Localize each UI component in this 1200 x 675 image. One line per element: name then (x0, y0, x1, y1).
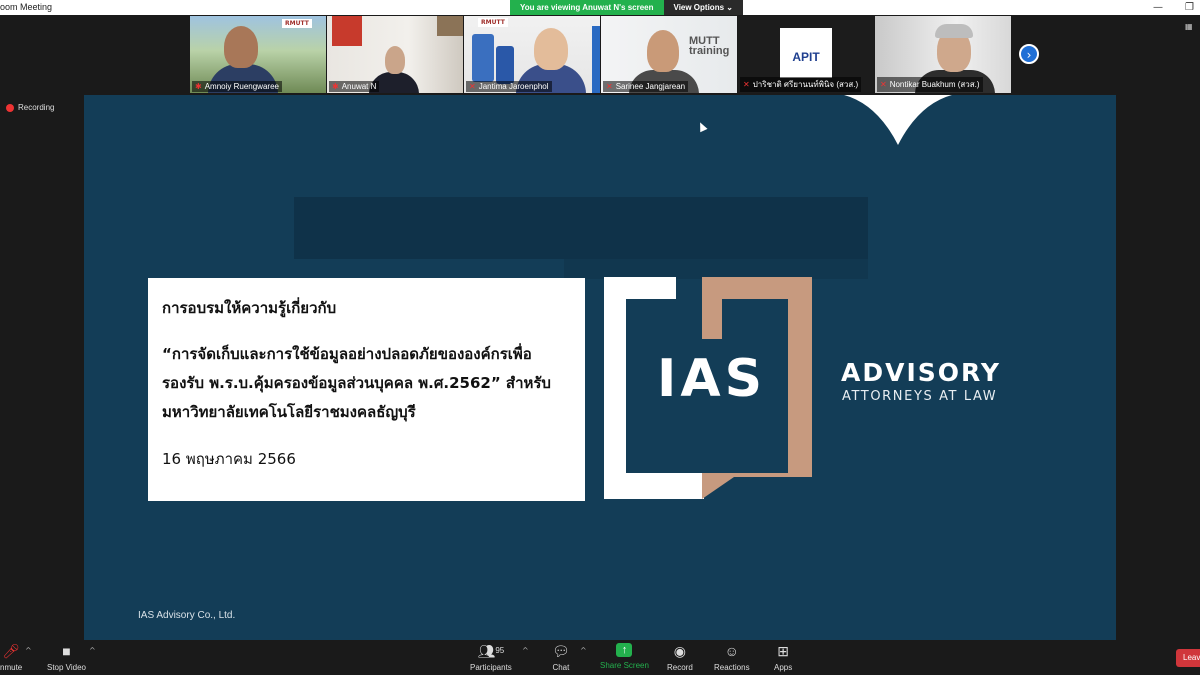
mic-muted-icon: ✕ (606, 82, 613, 91)
recording-indicator[interactable]: Recording (6, 103, 54, 112)
slide-textbox: การอบรมให้ความรู้เกี่ยวกับ “การจัดเก็บแล… (148, 278, 585, 501)
slide-footer: IAS Advisory Co., Ltd. (138, 610, 236, 621)
wall-decoration (332, 16, 362, 46)
participant-tile[interactable]: ✱ Anuwat N (327, 16, 463, 93)
participant-name: ✱ Amnoiy Ruengwaree (192, 81, 282, 92)
restore-icon[interactable]: ❐ (1185, 0, 1194, 15)
record-dot-icon (6, 103, 14, 112)
person-head (647, 30, 679, 72)
chevron-up-icon[interactable]: ^ (25, 646, 32, 655)
recording-label: Recording (18, 103, 55, 112)
slide-body-line: มหาวิทยาลัยเทคโนโลยีราชมงคลธัญบุรี (162, 403, 416, 421)
brand-title: ADVISORY (841, 358, 1001, 387)
participant-tile[interactable]: RMUTT ✱ Amnoiy Ruengwaree (190, 16, 326, 93)
person-head (534, 28, 568, 70)
participant-name: ✕ ปาริชาติ ศรียานนท์พินิจ (สวส.) (740, 77, 862, 92)
side-banner (592, 26, 600, 93)
viewing-message: You are viewing Anuwat N's screen (510, 0, 664, 15)
mic-muted-icon: 🎤︎ (2, 643, 20, 659)
record-button[interactable]: ◉ Record (667, 643, 693, 672)
slide-date: 16 พฤษภาคม 2566 (162, 450, 296, 468)
participant-name: ✱ Anuwat N (329, 81, 380, 92)
ias-logo: IAS (604, 277, 814, 499)
apps-button[interactable]: ⊞ Apps (774, 643, 792, 672)
window-controls: — ❐ (1153, 0, 1194, 15)
decorative-notch (843, 95, 953, 145)
chevron-up-icon[interactable]: ^ (580, 646, 587, 655)
view-options-button[interactable]: View Options ⌄ (663, 0, 743, 15)
chat-button[interactable]: 💬︎ Chat (552, 643, 570, 672)
meeting-toolbar: 🎤︎ nmute ^ ■ Stop Video ^ 👥︎95 Participa… (0, 640, 1200, 675)
view-icon[interactable]: ▦ (1185, 22, 1193, 31)
participant-name: ✕ Nontikar Buakhum (สวส.) (877, 77, 983, 92)
slide-heading: การอบรมให้ความรู้เกี่ยวกับ (162, 299, 337, 317)
apit-logo: APIT (780, 28, 832, 78)
logo-text: IAS (657, 349, 767, 409)
brand-subtitle: ATTORNEYS AT LAW (842, 389, 998, 404)
shared-screen: การอบรมให้ความรู้เกี่ยวกับ “การจัดเก็บแล… (84, 95, 1116, 640)
decorative-block (564, 259, 868, 279)
minimize-icon[interactable]: — (1153, 0, 1163, 15)
participant-name: ✕ Sarinee Jangjarean (603, 81, 689, 92)
reactions-icon: ☺ (724, 643, 739, 659)
person-head (385, 46, 405, 74)
share-screen-icon: ↑ (616, 643, 633, 657)
slide-body-line: “การจัดเก็บและการใช้ข้อมูลอย่างปลอดภัยขอ… (162, 345, 532, 363)
video-strip: RMUTT ✱ Amnoiy Ruengwaree ✱ Anuwat N RMUTT… (190, 16, 1011, 93)
wall-decoration (437, 16, 463, 36)
participant-tile[interactable]: MUTT training ✕ Sarinee Jangjarean (601, 16, 737, 93)
mic-icon: ✱ (332, 82, 339, 91)
reactions-button[interactable]: ☺ Reactions (714, 643, 750, 672)
background-sign: MUTT training (689, 35, 730, 57)
mic-muted-icon: ✕ (880, 80, 887, 89)
unmute-button[interactable]: 🎤︎ nmute (0, 643, 22, 672)
participant-tile[interactable]: APIT ✕ ปาริชาติ ศรียานนท์พินิจ (สวส.) (738, 16, 874, 93)
slide-body-line: รองรับ พ.ร.บ.คุ้มครองข้อมูลส่วนบุคคล พ.ศ… (162, 374, 551, 392)
decorative-block (294, 197, 868, 259)
stop-video-button[interactable]: ■ Stop Video (47, 643, 86, 672)
participants-count: 95 (495, 646, 505, 655)
window-title: oom Meeting (0, 2, 53, 12)
participant-tile[interactable]: RMUTT ✕ Jantima Jaroenphol (464, 16, 600, 93)
viewing-banner: You are viewing Anuwat N's screen View O… (510, 0, 743, 15)
chat-icon: 💬︎ (552, 643, 570, 659)
mic-muted-icon: ✕ (743, 80, 750, 89)
share-screen-button[interactable]: ↑ Share Screen (600, 643, 649, 670)
person-head (224, 26, 258, 68)
video-camera-icon: ■ (62, 643, 71, 659)
mic-muted-icon: ✕ (469, 82, 476, 91)
person-hair (935, 24, 973, 38)
rmutt-badge: RMUTT (478, 18, 508, 27)
chevron-up-icon[interactable]: ^ (89, 646, 96, 655)
phone-graphic (472, 34, 494, 82)
apps-icon: ⊞ (777, 643, 789, 659)
leave-button[interactable]: Leav (1176, 649, 1200, 667)
rmutt-badge: RMUTT (282, 19, 312, 28)
next-page-button[interactable]: › (1019, 44, 1039, 64)
chevron-up-icon[interactable]: ^ (522, 646, 529, 655)
participant-tile[interactable]: ✕ Nontikar Buakhum (สวส.) (875, 16, 1011, 93)
participant-name: ✕ Jantima Jaroenphol (466, 81, 552, 92)
mic-icon: ✱ (195, 82, 202, 91)
participants-icon: 👥︎95 (477, 643, 505, 659)
participants-button[interactable]: 👥︎95 Participants (470, 643, 512, 672)
phone-graphic (496, 46, 514, 84)
record-icon: ◉ (673, 643, 686, 659)
chevron-right-icon: › (1026, 48, 1032, 62)
